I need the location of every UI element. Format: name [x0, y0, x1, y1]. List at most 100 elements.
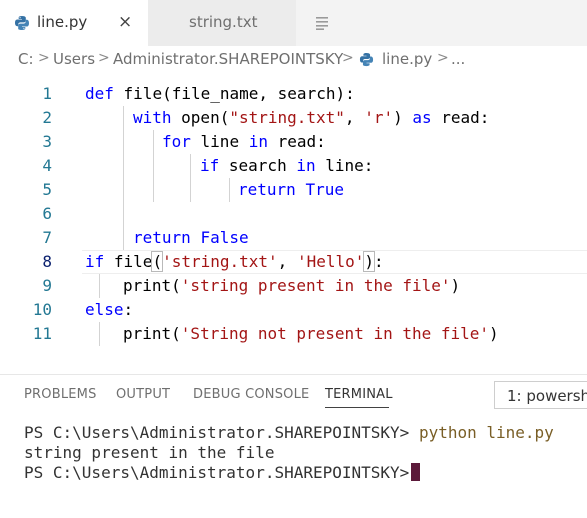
tab-label: string.txt — [189, 13, 258, 31]
code-token: ) — [489, 324, 499, 343]
code-line: 10 else: — [0, 298, 587, 322]
code-token: ) — [450, 276, 461, 295]
code-text: return False — [133, 226, 249, 250]
tab-problems[interactable]: PROBLEMS — [24, 387, 97, 402]
code-token: print( — [123, 276, 181, 295]
code-token: : — [374, 252, 384, 271]
code-line: 2 with open("string.txt", 'r') as read: — [0, 106, 587, 130]
code-token: file — [104, 252, 153, 271]
terminal-line: PS C:\Users\Administrator.SHAREPOINTSKY> — [24, 463, 421, 483]
tab-line-py[interactable]: line.py × — [0, 0, 148, 46]
python-file-icon — [15, 16, 29, 30]
string-token: 'string.txt' — [162, 252, 278, 271]
line-number: 11 — [32, 324, 52, 343]
code-token: line — [190, 132, 249, 151]
boolean-token: False — [200, 228, 249, 247]
terminal-selector-dropdown[interactable]: 1: powershell — [494, 381, 587, 409]
code-token: , — [344, 108, 365, 127]
code-text: print('string present in the file') — [123, 274, 460, 298]
text-file-icon — [316, 17, 328, 30]
code-text: for line in read: — [162, 130, 326, 154]
code-token: search — [219, 156, 297, 175]
code-text: else: — [85, 298, 133, 322]
code-text: return True — [238, 178, 344, 202]
line-number: 6 — [42, 204, 52, 223]
terminal-line: PS C:\Users\Administrator.SHAREPOINTSKY>… — [24, 423, 554, 443]
chevron-right-icon: > — [38, 50, 50, 66]
code-line: 3 for line in read: — [0, 130, 587, 154]
line-number: 3 — [42, 132, 52, 151]
terminal-prompt: PS C:\Users\Administrator.SHAREPOINTSKY> — [24, 463, 410, 482]
keyword-token: with — [133, 108, 172, 127]
terminal-command: python line.py — [418, 423, 554, 442]
keyword-token: else — [85, 300, 124, 319]
terminal-cursor — [411, 463, 421, 481]
python-file-icon — [359, 52, 374, 67]
tab-output[interactable]: OUTPUT — [116, 387, 170, 402]
tab-terminal[interactable]: TERMINAL — [325, 387, 393, 402]
breadcrumb-users[interactable]: Users — [53, 50, 95, 68]
code-line: 6 — [0, 202, 587, 226]
string-token: 'string present in the file' — [180, 276, 451, 295]
code-token: : — [123, 300, 134, 319]
matched-bracket: ) — [363, 251, 375, 272]
line-number: 10 — [32, 300, 52, 319]
code-line: 4 if search in line: — [0, 154, 587, 178]
keyword-token: return — [133, 228, 191, 247]
code-token: ) — [393, 108, 413, 127]
string-token: 'r' — [364, 108, 394, 127]
code-editor[interactable]: 1 def file(file_name, search): 2 with open(… — [0, 74, 587, 374]
breadcrumb-drive[interactable]: C: — [18, 50, 34, 68]
keyword-token: in — [248, 132, 268, 151]
code-line: 5 return True — [0, 178, 587, 202]
keyword-token: return — [238, 180, 296, 199]
line-number: 2 — [42, 108, 52, 127]
string-token: 'String not present in the file' — [180, 324, 490, 343]
code-line: 11 print('String not present in the file'… — [0, 322, 587, 346]
tab-label: line.py — [37, 13, 88, 31]
code-line: 8 if file('string.txt', 'Hello'): — [0, 250, 587, 274]
keyword-token: in — [296, 156, 316, 175]
line-number: 9 — [42, 276, 52, 295]
string-token: "string.txt" — [229, 108, 345, 127]
code-token: line: — [315, 156, 374, 175]
line-number: 5 — [42, 180, 52, 199]
code-text: if file('string.txt', 'Hello'): — [85, 250, 384, 274]
chevron-right-icon: > — [342, 50, 354, 66]
breadcrumb-more[interactable]: ... — [451, 50, 465, 68]
boolean-token: True — [305, 180, 344, 199]
string-token: 'Hello' — [296, 252, 365, 271]
line-number: 8 — [42, 252, 52, 271]
tab-debug-console[interactable]: DEBUG CONSOLE — [193, 387, 309, 402]
chevron-right-icon: > — [437, 50, 449, 66]
code-text: if search in line: — [200, 154, 373, 178]
active-tab-indicator — [325, 407, 389, 408]
code-token: file(file_name, search): — [113, 84, 355, 103]
code-text: def file(file_name, search): — [85, 82, 355, 106]
line-number: 7 — [42, 228, 52, 247]
code-line: 1 def file(file_name, search): — [0, 82, 587, 106]
breadcrumb: C: > Users > Administrator.SHAREPOINTSKY… — [0, 46, 587, 74]
code-text: print('String not present in the file') — [123, 322, 499, 346]
matched-bracket: ( — [151, 251, 164, 272]
keyword-token: def — [85, 84, 114, 103]
line-number: 4 — [42, 156, 52, 175]
code-line: 9 print('string present in the file') — [0, 274, 587, 298]
keyword-token: if — [200, 156, 220, 175]
breadcrumb-administrator[interactable]: Administrator.SHAREPOINTSKY — [113, 50, 343, 68]
close-tab-icon[interactable]: × — [118, 12, 132, 32]
terminal-prompt: PS C:\Users\Administrator.SHAREPOINTSKY> — [24, 423, 419, 442]
code-token: read: — [431, 108, 490, 127]
code-text: with open("string.txt", 'r') as read: — [133, 106, 489, 130]
code-token: , — [277, 252, 297, 271]
editor-tab-bar: line.py × string.txt — [0, 0, 587, 46]
code-token: open( — [171, 108, 230, 127]
breadcrumb-file[interactable]: line.py — [382, 50, 432, 68]
terminal-output-text: string present in the file — [24, 443, 275, 462]
tab-string-txt[interactable]: string.txt — [148, 0, 328, 46]
line-number: 1 — [42, 84, 52, 103]
code-token: read: — [267, 132, 326, 151]
chevron-right-icon: > — [98, 50, 110, 66]
